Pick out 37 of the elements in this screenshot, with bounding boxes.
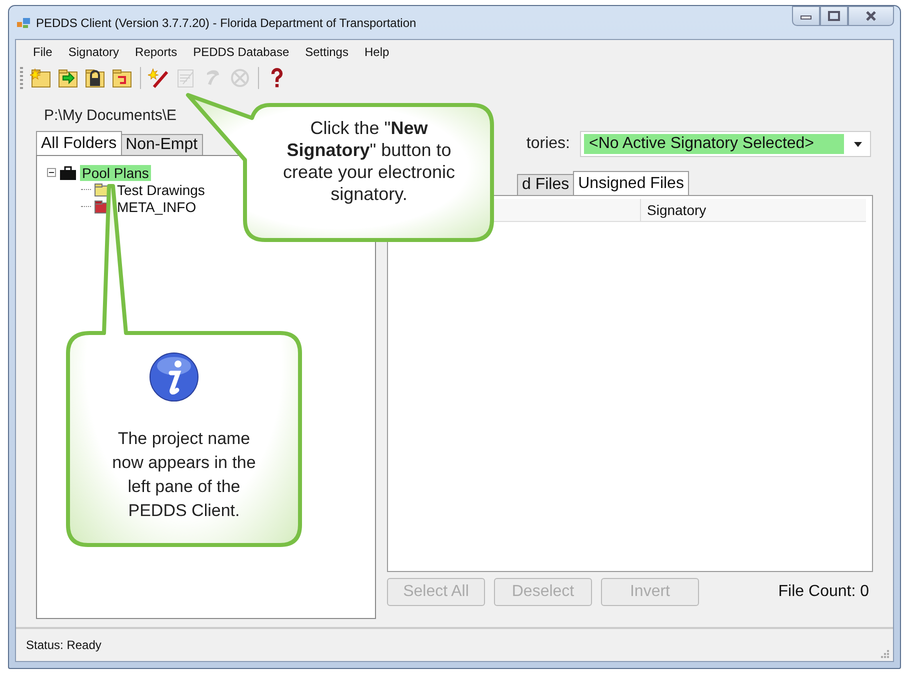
minimize-button[interactable] [792,6,820,26]
window-title: PEDDS Client (Version 3.7.7.20) - Florida Department of Transportation [36,16,416,30]
caret-icon [854,142,862,146]
tree-item[interactable]: Test Drawings [115,182,207,198]
app-icon [17,16,31,28]
toolbar-button[interactable] [147,66,171,90]
signatories-label: tories: [526,135,570,153]
menu-item[interactable]: Settings [298,42,356,60]
tree-item[interactable]: Pool Plans [80,164,151,180]
maximize-button[interactable] [820,6,848,26]
callout-text: The project name now appears in the left pane of the PEDDS Client. [111,428,257,522]
status-text: Status: Ready [26,638,102,652]
files-tab[interactable]: d Files [517,174,574,195]
maximize-icon [828,11,840,21]
folder-tab[interactable]: Non-Empt [120,134,203,155]
close-button[interactable] [848,6,894,26]
folder-tab[interactable]: All Folders [36,131,122,155]
cancel-icon [229,67,251,89]
folder-path: P:\My Documents\E [44,107,177,126]
folder-lock-icon [84,67,106,89]
menu-item[interactable]: PEDDS Database [186,42,296,60]
resize-grip-icon[interactable] [879,648,889,658]
tree-item[interactable]: META_INFO [115,198,198,214]
menu-item[interactable]: Reports [128,42,184,60]
close-icon [865,11,877,21]
callout-text: Click the "New Signatory" button to create your electronic signatory. [282,117,456,205]
file-count: File Count: 0 [778,583,869,601]
menu-item[interactable]: Help [357,42,396,60]
info-icon [149,352,199,402]
briefcase-icon [59,166,77,180]
menu-item[interactable]: Signatory [61,42,126,60]
menu-item[interactable]: File [26,42,60,60]
folder-star-icon [30,67,52,89]
pen-star-icon [148,67,170,89]
collapse-icon[interactable] [47,168,56,177]
files-tab[interactable]: Unsigned Files [573,171,689,195]
signatory-dropdown[interactable]: <No Active Signatory Selected> [580,131,871,157]
